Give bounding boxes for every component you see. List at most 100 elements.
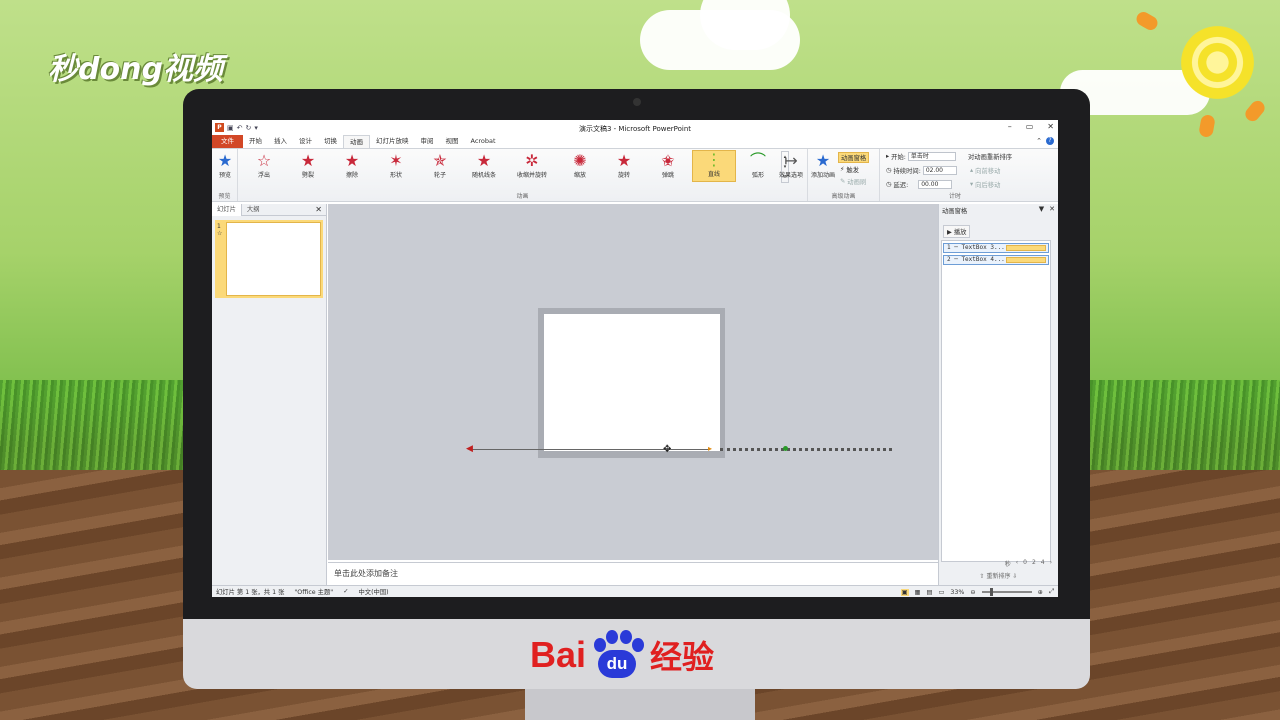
group-label-preview: 预览	[218, 193, 231, 200]
timeline-next-icon[interactable]: ›	[1050, 559, 1052, 568]
star-icon: ✬	[661, 151, 675, 170]
close-button[interactable]: ✕	[1047, 122, 1054, 131]
slide-canvas[interactable]	[544, 314, 720, 451]
move-later-button[interactable]: ▾ 向后移动	[970, 180, 1000, 189]
restore-button[interactable]: ▭	[1026, 122, 1034, 131]
trigger-label: 触发	[846, 167, 860, 174]
redo-icon[interactable]: ↻	[246, 124, 252, 132]
zoom-slider-knob[interactable]	[989, 588, 993, 596]
close-icon[interactable]: ✕	[1049, 205, 1055, 213]
effect-wipe[interactable]: ★ 擦除	[332, 152, 372, 180]
group-label-animation: 动画	[516, 193, 529, 200]
powerpoint-app-icon[interactable]: P	[215, 123, 224, 132]
close-icon[interactable]: ✕	[315, 205, 322, 214]
notes-area[interactable]: 单击此处添加备注	[328, 562, 938, 583]
save-icon[interactable]: ▣	[227, 124, 234, 132]
customize-qat-icon[interactable]: ▾	[254, 124, 258, 132]
animation-item[interactable]: 1 ─ TextBox 3...	[943, 243, 1049, 253]
slide-number: 1 ☆	[217, 223, 223, 237]
effect-wheel[interactable]: ✯ 轮子	[420, 152, 460, 180]
tab-view[interactable]: 视图	[440, 135, 465, 148]
fit-window-icon[interactable]: ⤢	[1049, 588, 1054, 596]
theme-name[interactable]: "Office 主题"	[294, 587, 333, 596]
animation-painter-button[interactable]: ✎ 动画刷	[840, 177, 866, 186]
zoom-level[interactable]: 33%	[950, 589, 964, 596]
zoom-slider[interactable]	[981, 588, 1032, 596]
effect-swivel[interactable]: ★ 旋转	[604, 151, 644, 180]
tab-acrobat[interactable]: Acrobat	[465, 135, 502, 148]
effect-random-bars[interactable]: ★ 随机线条	[464, 152, 504, 180]
slide-info: 幻灯片 第 1 张，共 1 张	[216, 589, 285, 596]
tab-slides[interactable]: 幻灯片	[212, 203, 242, 216]
group-animation: ☆ 浮出 ★ 劈裂 ★ 擦除 ✶ 形状 ✯ 轮子 ★ 随机线条 ✲ 收缩并旋转 ✺ 缩放 ★ 旋转…	[238, 149, 808, 201]
effect-bounce[interactable]: ✬ 弹跳	[648, 151, 688, 180]
ribbon-collapse-icon[interactable]: ⌃	[1036, 137, 1042, 145]
preview-label: 预览	[218, 172, 231, 179]
tab-design[interactable]: 设计	[293, 135, 318, 148]
motion-path-dotted[interactable]	[720, 448, 892, 451]
animation-pane-button[interactable]: 动画窗格	[838, 152, 870, 163]
effect-label: 弧形	[751, 172, 764, 179]
slide-thumbnail[interactable]	[226, 222, 321, 296]
motion-path-icon: ⋮	[706, 150, 722, 169]
add-animation-button[interactable]: ★ 添加动画	[808, 152, 838, 180]
sun-icon	[1175, 20, 1260, 105]
motion-path-end-icon[interactable]: ▸	[708, 444, 712, 453]
reading-view-icon[interactable]: ▤	[926, 589, 932, 596]
watermark-logo: 秒dong视频	[48, 52, 223, 87]
effect-grow-turn[interactable]: ✲ 收缩并旋转	[508, 151, 556, 180]
star-icon: ✲	[525, 151, 539, 170]
help-icon[interactable]: ?	[1046, 137, 1054, 145]
normal-view-icon[interactable]: ▣	[900, 588, 909, 596]
slide-sorter-icon[interactable]: ▦	[915, 589, 921, 596]
work-area: 幻灯片 大纲 ✕ 1 ☆ ◀ ▸ ✥ 单击此处添加备注 动画窗格 ▼ ✕ ▶ 播…	[212, 203, 1058, 585]
zoom-in-icon[interactable]: ⊕	[1038, 589, 1043, 596]
effect-lines[interactable]: ⋮ 直线	[692, 150, 736, 182]
effect-split[interactable]: ★ 劈裂	[288, 152, 328, 180]
zoom-out-icon[interactable]: ⊖	[970, 589, 975, 596]
move-earlier-button[interactable]: ▴ 向前移动	[970, 166, 1000, 175]
animation-painter-label: 动画刷	[847, 179, 867, 186]
effect-options-button[interactable]: ↦ 效果选项	[774, 152, 808, 180]
motion-path-start-icon[interactable]: ◀	[466, 444, 473, 454]
play-button[interactable]: ▶ 播放	[943, 225, 971, 238]
animation-pane-header: 动画窗格 ▼ ✕	[939, 204, 1058, 216]
timeline-prev-icon[interactable]: ‹	[1016, 559, 1018, 568]
preview-button[interactable]: ★ 预览	[212, 152, 238, 180]
slideshow-icon[interactable]: ▭	[938, 589, 944, 596]
slide-thumbnail-row[interactable]: 1 ☆	[215, 220, 323, 298]
tab-outline[interactable]: 大纲	[242, 204, 265, 216]
clock-icon: ◷	[886, 167, 892, 174]
arrow-down-icon: ▾	[970, 181, 974, 188]
spellcheck-icon[interactable]: ✓	[343, 588, 348, 595]
trigger-button[interactable]: ⚡ 触发	[840, 165, 859, 174]
tab-slideshow[interactable]: 幻灯片放映	[370, 135, 415, 148]
minimize-button[interactable]: –	[1008, 122, 1012, 131]
effect-shape[interactable]: ✶ 形状	[376, 152, 416, 180]
tab-file[interactable]: 文件	[212, 135, 243, 148]
star-icon: ★	[616, 151, 632, 170]
baidu-paw-icon: du	[588, 630, 645, 680]
undo-icon[interactable]: ↶	[237, 124, 243, 132]
tab-animations[interactable]: 动画	[343, 135, 370, 148]
tab-insert[interactable]: 插入	[268, 135, 293, 148]
tab-review[interactable]: 审阅	[415, 135, 440, 148]
sun-ray	[1198, 113, 1216, 139]
pane-options-icon[interactable]: ▼	[1039, 205, 1044, 213]
arc-icon: ⌒	[749, 151, 766, 170]
language[interactable]: 中文(中国)	[358, 587, 388, 596]
effect-label: 擦除	[345, 172, 358, 179]
reorder-buttons[interactable]: ⇧ 重新排序 ⇩	[939, 571, 1058, 580]
delay-input[interactable]: 00.00	[918, 180, 953, 189]
effect-arcs[interactable]: ⌒ 弧形	[738, 151, 778, 180]
tab-home[interactable]: 开始	[243, 135, 268, 148]
start-select[interactable]: 单击时	[907, 152, 956, 161]
duration-input[interactable]: 02.00	[922, 166, 957, 175]
effect-zoom[interactable]: ✺ 缩放	[560, 152, 600, 180]
tab-transitions[interactable]: 切换	[318, 135, 343, 148]
motion-path-line[interactable]	[470, 449, 710, 450]
animation-item[interactable]: 2 ─ TextBox 4...	[943, 255, 1049, 265]
motion-path-green-marker[interactable]	[783, 446, 788, 451]
slide-editor: ◀ ▸ ✥	[328, 204, 1054, 560]
effect-fly-in[interactable]: ☆ 浮出	[244, 152, 284, 180]
